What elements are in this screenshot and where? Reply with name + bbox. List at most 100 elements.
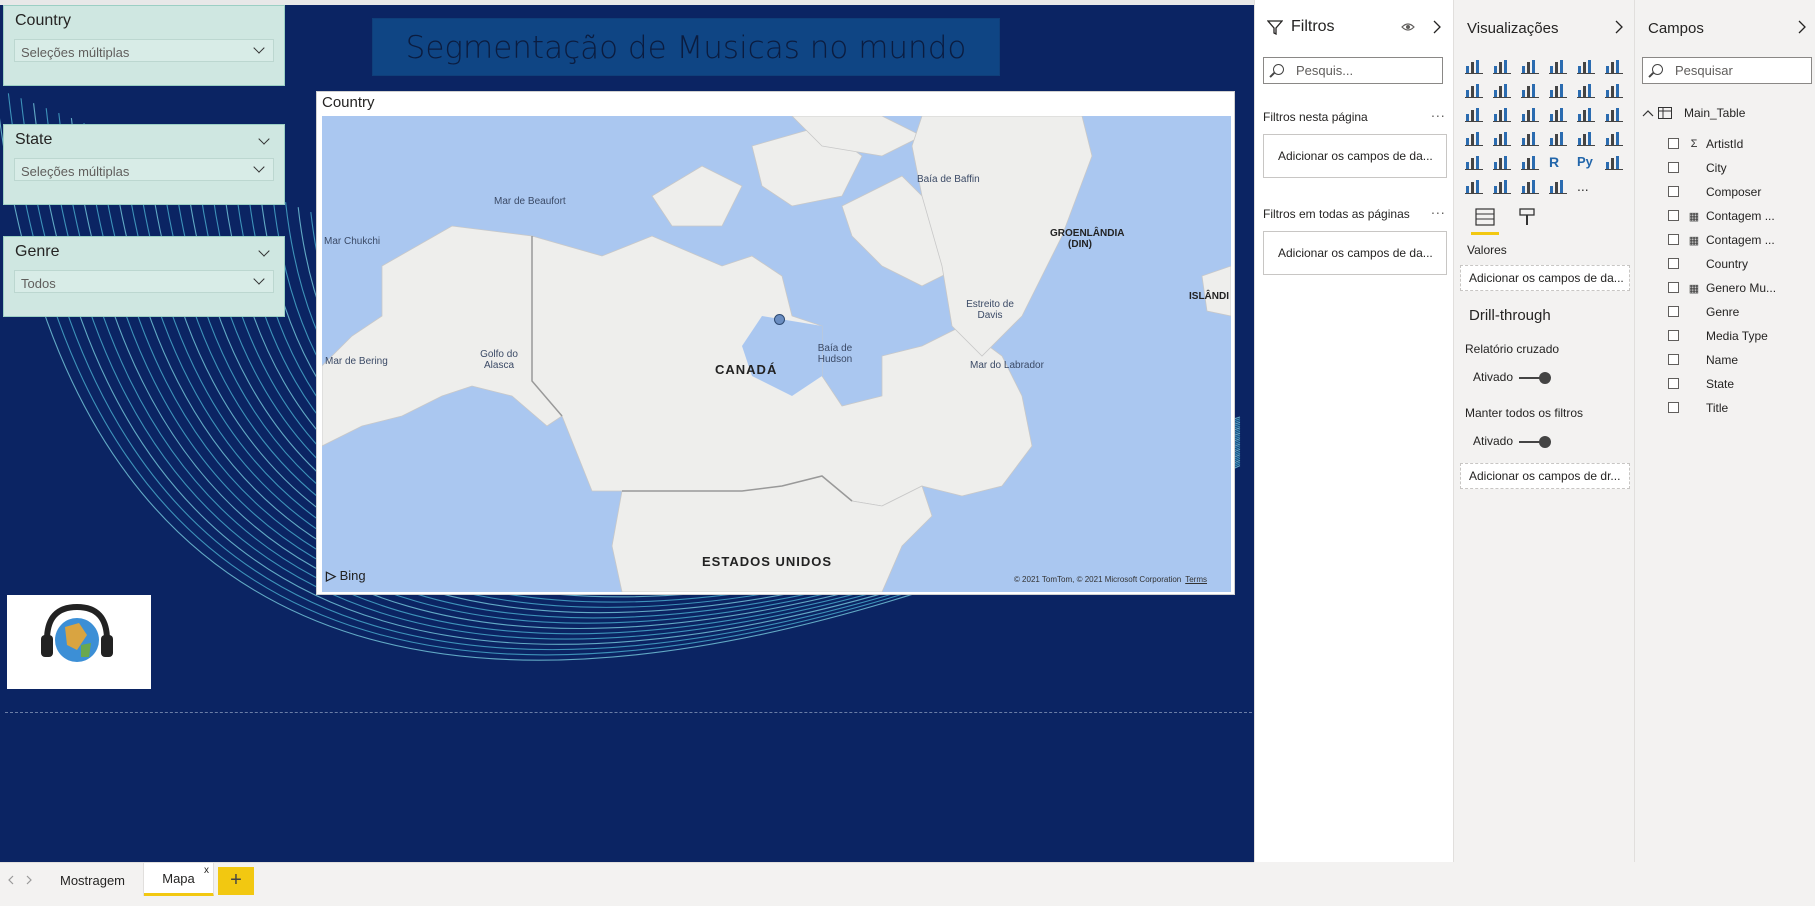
drillthrough-well[interactable]: Adicionar os campos de dr... xyxy=(1460,463,1630,489)
chevron-down-icon[interactable] xyxy=(258,133,270,145)
filters-all-pages-more[interactable]: ... xyxy=(1431,201,1446,217)
fields-search-input[interactable]: Pesquisar xyxy=(1642,57,1812,84)
tab-scroll-left-icon[interactable] xyxy=(8,875,14,885)
keep-filters-toggle[interactable] xyxy=(1519,436,1551,448)
map-terms-link[interactable]: Terms xyxy=(1185,575,1207,584)
field-item[interactable]: City xyxy=(1668,158,1727,178)
field-item[interactable]: Σ ArtistId xyxy=(1668,134,1744,154)
slicer-state-dropdown[interactable]: Seleções múltiplas xyxy=(14,158,274,181)
card-icon[interactable] xyxy=(1549,130,1567,146)
fields-search-placeholder: Pesquisar xyxy=(1675,63,1733,78)
map-label-eua: ESTADOS UNIDOS xyxy=(702,554,833,569)
field-item[interactable]: ▦ Contagem ... xyxy=(1668,230,1775,250)
python-visual-icon[interactable]: Py xyxy=(1577,154,1595,170)
multirow-card-icon[interactable] xyxy=(1577,130,1595,146)
field-item[interactable]: Media Type xyxy=(1668,326,1768,346)
scatter-icon[interactable] xyxy=(1521,106,1539,122)
chevron-up-icon[interactable] xyxy=(1642,109,1654,117)
r-visual-icon[interactable]: R xyxy=(1549,154,1567,170)
field-item[interactable]: ▦ Contagem ... xyxy=(1668,206,1775,226)
field-item[interactable]: State xyxy=(1668,374,1734,394)
stacked-column-icon[interactable] xyxy=(1493,58,1511,74)
filters-this-page-well[interactable]: Adicionar os campos de da... xyxy=(1263,134,1447,178)
powerbi-app: Country Seleções múltiplas State Seleçõe… xyxy=(0,0,1815,906)
pie-icon[interactable] xyxy=(1549,106,1567,122)
stacked-bar-icon[interactable] xyxy=(1465,58,1483,74)
waterfall-icon[interactable] xyxy=(1465,106,1483,122)
field-item[interactable]: Country xyxy=(1668,254,1748,274)
paint-roller-icon[interactable] xyxy=(1518,207,1536,227)
search-icon xyxy=(1273,64,1284,75)
filters-all-pages-well[interactable]: Adicionar os campos de da... xyxy=(1263,231,1447,275)
map-visual[interactable]: Country Baía de Baffin Mar de Beaufort M… xyxy=(316,91,1235,595)
field-item[interactable]: Title xyxy=(1668,398,1728,418)
kpi-icon[interactable] xyxy=(1605,130,1623,146)
report-canvas[interactable]: Country Seleções múltiplas State Seleçõe… xyxy=(0,0,1254,862)
eye-icon[interactable] xyxy=(1401,21,1415,33)
chevron-down-icon xyxy=(253,42,265,54)
slicer-genre[interactable]: Genre Todos xyxy=(3,236,285,317)
clustered-bar-icon[interactable] xyxy=(1521,58,1539,74)
map-icon[interactable] xyxy=(1465,130,1483,146)
funnel-icon[interactable] xyxy=(1493,106,1511,122)
report-title-box[interactable]: Segmentação de Musicas no mundo xyxy=(372,18,1000,76)
treemap-icon[interactable] xyxy=(1605,106,1623,122)
slicer-genre-dropdown[interactable]: Todos xyxy=(14,270,274,293)
smart-narrative-icon[interactable] xyxy=(1521,178,1539,194)
values-well[interactable]: Adicionar os campos de da... xyxy=(1460,265,1630,291)
chevron-down-icon[interactable] xyxy=(258,245,270,257)
filled-map-icon[interactable] xyxy=(1493,130,1511,146)
more-icon[interactable]: ... xyxy=(1577,178,1595,194)
line-clustered-icon[interactable] xyxy=(1577,82,1595,98)
tab-mapa[interactable]: Mapa x xyxy=(144,863,214,897)
stacked-area-icon[interactable] xyxy=(1521,82,1539,98)
tab-mostragem[interactable]: Mostragem xyxy=(42,863,144,897)
slicer-country-dropdown[interactable]: Seleções múltiplas xyxy=(14,39,274,62)
fields-well-icon[interactable] xyxy=(1475,207,1495,227)
slicer-state[interactable]: State Seleções múltiplas xyxy=(3,124,285,205)
field-item[interactable]: Genre xyxy=(1668,302,1739,322)
field-item[interactable]: Name xyxy=(1668,350,1738,370)
donut-icon[interactable] xyxy=(1577,106,1595,122)
map-area[interactable]: Baía de Baffin Mar de Beaufort Mar Chukc… xyxy=(322,116,1231,592)
slicer-country-header: Country xyxy=(15,12,72,29)
slicer-icon[interactable] xyxy=(1465,154,1483,170)
sigma-icon: Σ xyxy=(1690,138,1698,150)
add-icon: + xyxy=(230,869,242,891)
chevron-right-icon[interactable] xyxy=(1615,20,1623,34)
filters-pane-title: Filtros xyxy=(1291,18,1335,35)
field-item[interactable]: ▦ Genero Mu... xyxy=(1668,278,1776,298)
page-tabs-bar: Mostragem Mapa x + xyxy=(0,862,1254,897)
map-visual-title: Country xyxy=(322,94,375,111)
100-column-icon[interactable] xyxy=(1605,58,1623,74)
field-item[interactable]: Composer xyxy=(1668,182,1761,202)
qa-icon[interactable] xyxy=(1493,178,1511,194)
area-chart-icon[interactable] xyxy=(1493,82,1511,98)
field-name: Genero Mu... xyxy=(1706,281,1777,295)
100-bar-icon[interactable] xyxy=(1577,58,1595,74)
cross-report-toggle[interactable] xyxy=(1519,372,1551,384)
slicer-country[interactable]: Country Seleções múltiplas xyxy=(3,5,285,86)
map-label-alasca: Golfo do Alasca xyxy=(480,349,518,371)
diamond-icon[interactable] xyxy=(1549,178,1567,194)
ribbon-icon[interactable] xyxy=(1605,82,1623,98)
line-column-icon[interactable] xyxy=(1549,82,1567,98)
drillthrough-title: Drill-through xyxy=(1469,307,1551,324)
filters-search-input[interactable]: Pesquis... xyxy=(1263,57,1443,84)
line-chart-icon[interactable] xyxy=(1465,82,1483,98)
fields-table-name[interactable]: Main_Table xyxy=(1684,106,1745,120)
chevron-right-icon[interactable] xyxy=(1798,20,1806,34)
matrix-icon[interactable] xyxy=(1521,154,1539,170)
table-icon[interactable] xyxy=(1493,154,1511,170)
map-label-chukchi: Mar Chukchi xyxy=(324,236,381,247)
key-influencers-icon[interactable] xyxy=(1605,154,1623,170)
chevron-right-icon[interactable] xyxy=(1433,20,1441,34)
map-data-point[interactable] xyxy=(774,314,785,325)
clustered-column-icon[interactable] xyxy=(1549,58,1567,74)
filters-this-page-more[interactable]: ... xyxy=(1431,104,1446,120)
gauge-icon[interactable] xyxy=(1521,130,1539,146)
add-page-button[interactable]: + xyxy=(218,867,254,895)
tab-scroll-right-icon[interactable] xyxy=(26,875,32,885)
decomposition-icon[interactable] xyxy=(1465,178,1483,194)
tab-close-icon[interactable]: x xyxy=(204,865,209,876)
